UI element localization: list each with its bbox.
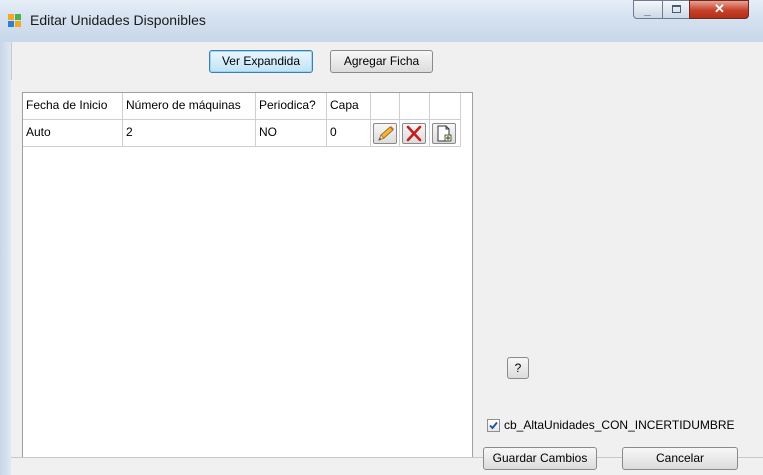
dialog-window: Editar Unidades Disponibles _ ✕ Ver Expa… [0, 0, 763, 475]
column-header-fecha[interactable]: Fecha de Inicio [23, 93, 123, 120]
cancelar-button[interactable]: Cancelar [622, 447, 738, 470]
checkmark-icon [489, 421, 498, 430]
window-controls: _ ✕ [633, 0, 751, 26]
column-header-periodica[interactable]: Periodica? [256, 93, 327, 120]
incertidumbre-checkbox-label: cb_AltaUnidades_CON_INCERTIDUMBRE [504, 418, 735, 432]
delete-row-button[interactable] [402, 123, 426, 144]
column-header-edit [371, 93, 400, 120]
cell-edit [371, 120, 400, 147]
incertidumbre-checkbox[interactable] [487, 419, 500, 432]
close-icon: ✕ [714, 1, 725, 16]
guardar-cambios-button[interactable]: Guardar Cambios [483, 447, 597, 470]
column-header-capa[interactable]: Capa [327, 93, 371, 120]
maximize-button[interactable] [662, 0, 690, 19]
cell-maquinas[interactable]: 2 [123, 120, 256, 147]
copy-document-icon [437, 125, 452, 142]
minimize-button[interactable]: _ [633, 0, 663, 19]
minimize-icon: _ [644, 3, 651, 17]
cell-capa[interactable]: 0 [327, 120, 371, 147]
column-header-maquinas[interactable]: Número de máquinas [123, 93, 256, 120]
close-button[interactable]: ✕ [689, 0, 749, 19]
title-bar[interactable]: Editar Unidades Disponibles _ ✕ [0, 0, 763, 42]
top-toolbar: Ver Expandida Agregar Ficha [11, 42, 763, 80]
window-title: Editar Unidades Disponibles [30, 12, 206, 28]
help-button[interactable]: ? [507, 357, 529, 379]
delete-x-icon [406, 125, 422, 142]
cell-delete [400, 120, 430, 147]
app-icon [8, 14, 22, 28]
ver-expandida-button[interactable]: Ver Expandida [209, 50, 313, 73]
cell-copy [430, 120, 461, 147]
column-header-copy [430, 93, 461, 120]
units-table: Fecha de Inicio Número de máquinas Perio… [22, 92, 473, 458]
copy-row-button[interactable] [432, 123, 456, 144]
column-header-delete [400, 93, 430, 120]
window-left-border [0, 42, 11, 475]
maximize-icon [672, 5, 681, 13]
cell-fecha[interactable]: Auto [23, 120, 123, 147]
edit-row-button[interactable] [373, 123, 397, 144]
cell-periodica[interactable]: NO [256, 120, 327, 147]
agregar-ficha-button[interactable]: Agregar Ficha [330, 50, 433, 73]
edit-pencil-icon [378, 126, 394, 141]
